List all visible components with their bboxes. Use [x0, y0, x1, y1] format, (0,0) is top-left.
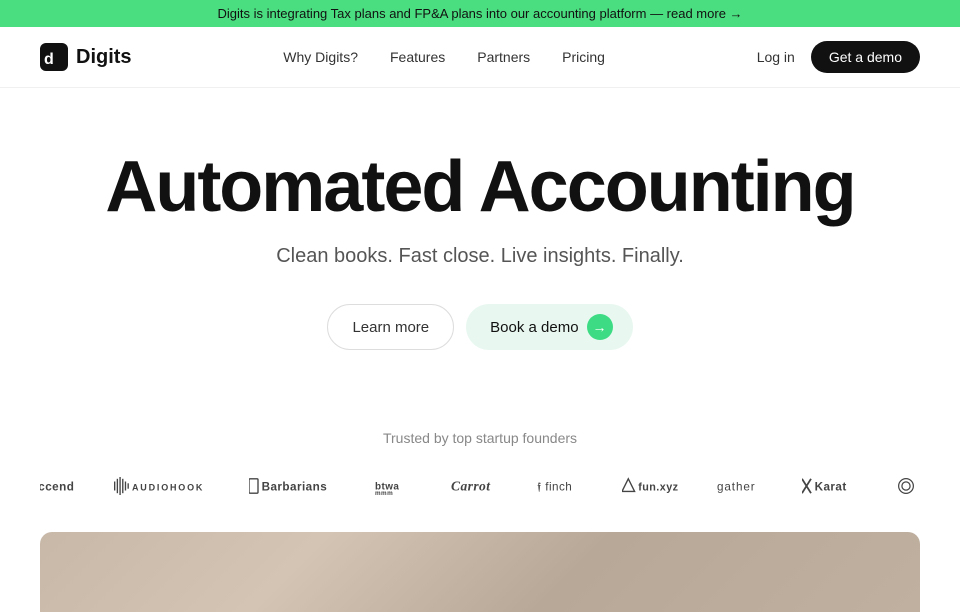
- logo-audiohook: AUDIOHOOK: [96, 466, 231, 506]
- logo-finch: 𝖋 finch: [519, 466, 605, 506]
- hero-buttons: Learn more Book a demo →: [40, 304, 920, 350]
- logo[interactable]: d Digits: [40, 43, 132, 71]
- nav-actions: Log in Get a demo: [757, 41, 920, 73]
- svg-text:Carrot: Carrot: [451, 479, 491, 494]
- logo-btwa: btwa mmm: [357, 466, 434, 506]
- svg-text:Accend: Accend: [40, 481, 74, 494]
- svg-text:fun.xyz: fun.xyz: [639, 482, 679, 494]
- nav-features[interactable]: Features: [390, 49, 445, 65]
- announcement-banner[interactable]: Digits is integrating Tax plans and FP&A…: [0, 0, 960, 27]
- svg-text:𝖋 finch: 𝖋 finch: [537, 481, 572, 494]
- trusted-label: Trusted by top startup founders: [40, 430, 920, 446]
- logo-gather: gather: [699, 466, 785, 506]
- logo-circle: [879, 466, 920, 506]
- navbar: d Digits Why Digits? Features Partners P…: [0, 27, 960, 88]
- nav-partners[interactable]: Partners: [477, 49, 530, 65]
- logos-row: Accend AUDIOHOOK Barbarians b: [40, 466, 920, 506]
- nav-why-digits[interactable]: Why Digits?: [283, 49, 358, 65]
- logo-barbarians: Barbarians: [231, 466, 357, 506]
- book-demo-label: Book a demo: [490, 319, 578, 336]
- bottom-image-content: [40, 532, 920, 612]
- login-button[interactable]: Log in: [757, 49, 795, 65]
- hero-section: Automated Accounting Clean books. Fast c…: [0, 88, 960, 400]
- svg-text:gather: gather: [717, 481, 756, 494]
- nav-links: Why Digits? Features Partners Pricing: [283, 49, 605, 65]
- bottom-image: [40, 532, 920, 612]
- trusted-section: Trusted by top startup founders Accend A…: [0, 400, 960, 522]
- svg-text:d: d: [44, 51, 54, 68]
- book-demo-arrow-icon: →: [587, 314, 613, 340]
- svg-text:Barbarians: Barbarians: [262, 481, 328, 494]
- nav-pricing[interactable]: Pricing: [562, 49, 605, 65]
- book-demo-button[interactable]: Book a demo →: [466, 304, 632, 350]
- hero-subtitle: Clean books. Fast close. Live insights. …: [40, 245, 920, 268]
- logo-text: Digits: [76, 46, 132, 69]
- logo-funxyz: fun.xyz: [604, 466, 699, 506]
- svg-text:AUDIOHOOK: AUDIOHOOK: [132, 483, 204, 493]
- digits-logo-icon: d: [40, 43, 68, 71]
- learn-more-button[interactable]: Learn more: [327, 304, 454, 350]
- logo-carrot: Carrot: [433, 466, 519, 506]
- banner-text: Digits is integrating Tax plans and FP&A…: [217, 6, 742, 21]
- hero-title: Automated Accounting: [40, 148, 920, 227]
- logo-karat: Karat: [784, 466, 879, 506]
- get-demo-button[interactable]: Get a demo: [811, 41, 920, 73]
- svg-text:Karat: Karat: [815, 481, 847, 494]
- logo-accend: Accend: [40, 466, 96, 506]
- svg-text:mmm: mmm: [375, 490, 393, 495]
